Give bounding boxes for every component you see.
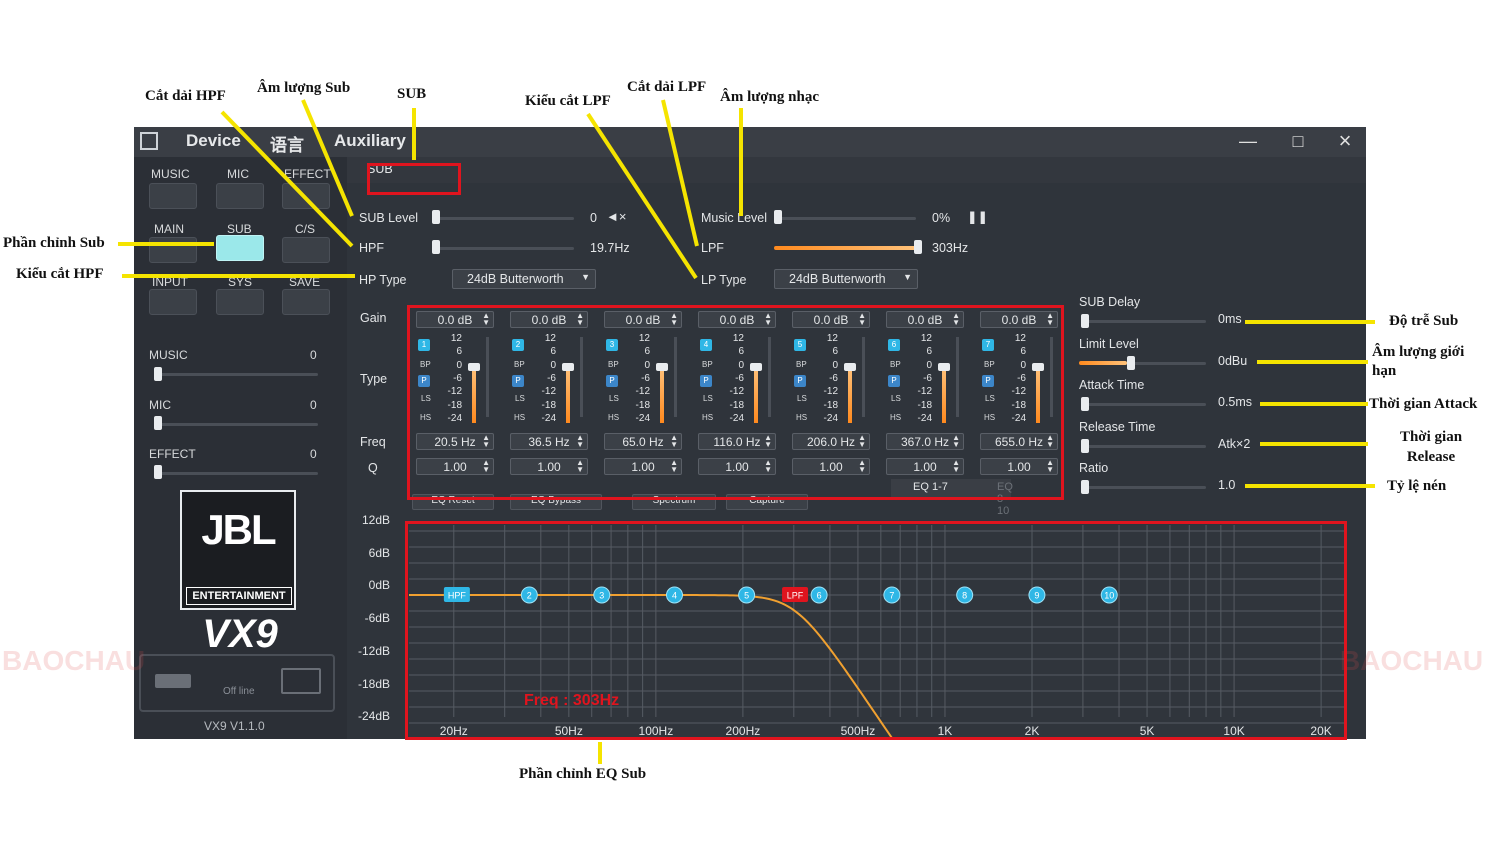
- annotation-sub-volume: Âm lượng Sub: [257, 80, 351, 96]
- annotation-sub-delay: Độ trễ Sub: [1389, 313, 1459, 329]
- annotation-lines: [118, 99, 1375, 764]
- annotation-release: Thời gian Release: [1399, 429, 1463, 465]
- annotation-limit-volume: Âm lượng giới hạn: [1372, 344, 1465, 379]
- annotation-attack: Thời gian Attack: [1369, 396, 1478, 412]
- annotation-sub: SUB: [397, 86, 427, 102]
- annotation-sub-section: Phần chỉnh Sub: [3, 235, 105, 251]
- annotation-hpf-cut: Cắt dải HPF: [145, 88, 226, 104]
- annotation-lpf-type: Kiểu cắt LPF: [525, 93, 611, 109]
- annotation-ratio: Tỷ lệ nén: [1387, 478, 1447, 494]
- annotation-music-volume: Âm lượng nhạc: [720, 89, 819, 105]
- annotation-eq-sub: Phần chỉnh EQ Sub: [519, 766, 647, 782]
- annotation-hpf-type: Kiểu cắt HPF: [16, 266, 104, 282]
- annotation-lpf-cut: Cắt dải LPF: [627, 79, 707, 95]
